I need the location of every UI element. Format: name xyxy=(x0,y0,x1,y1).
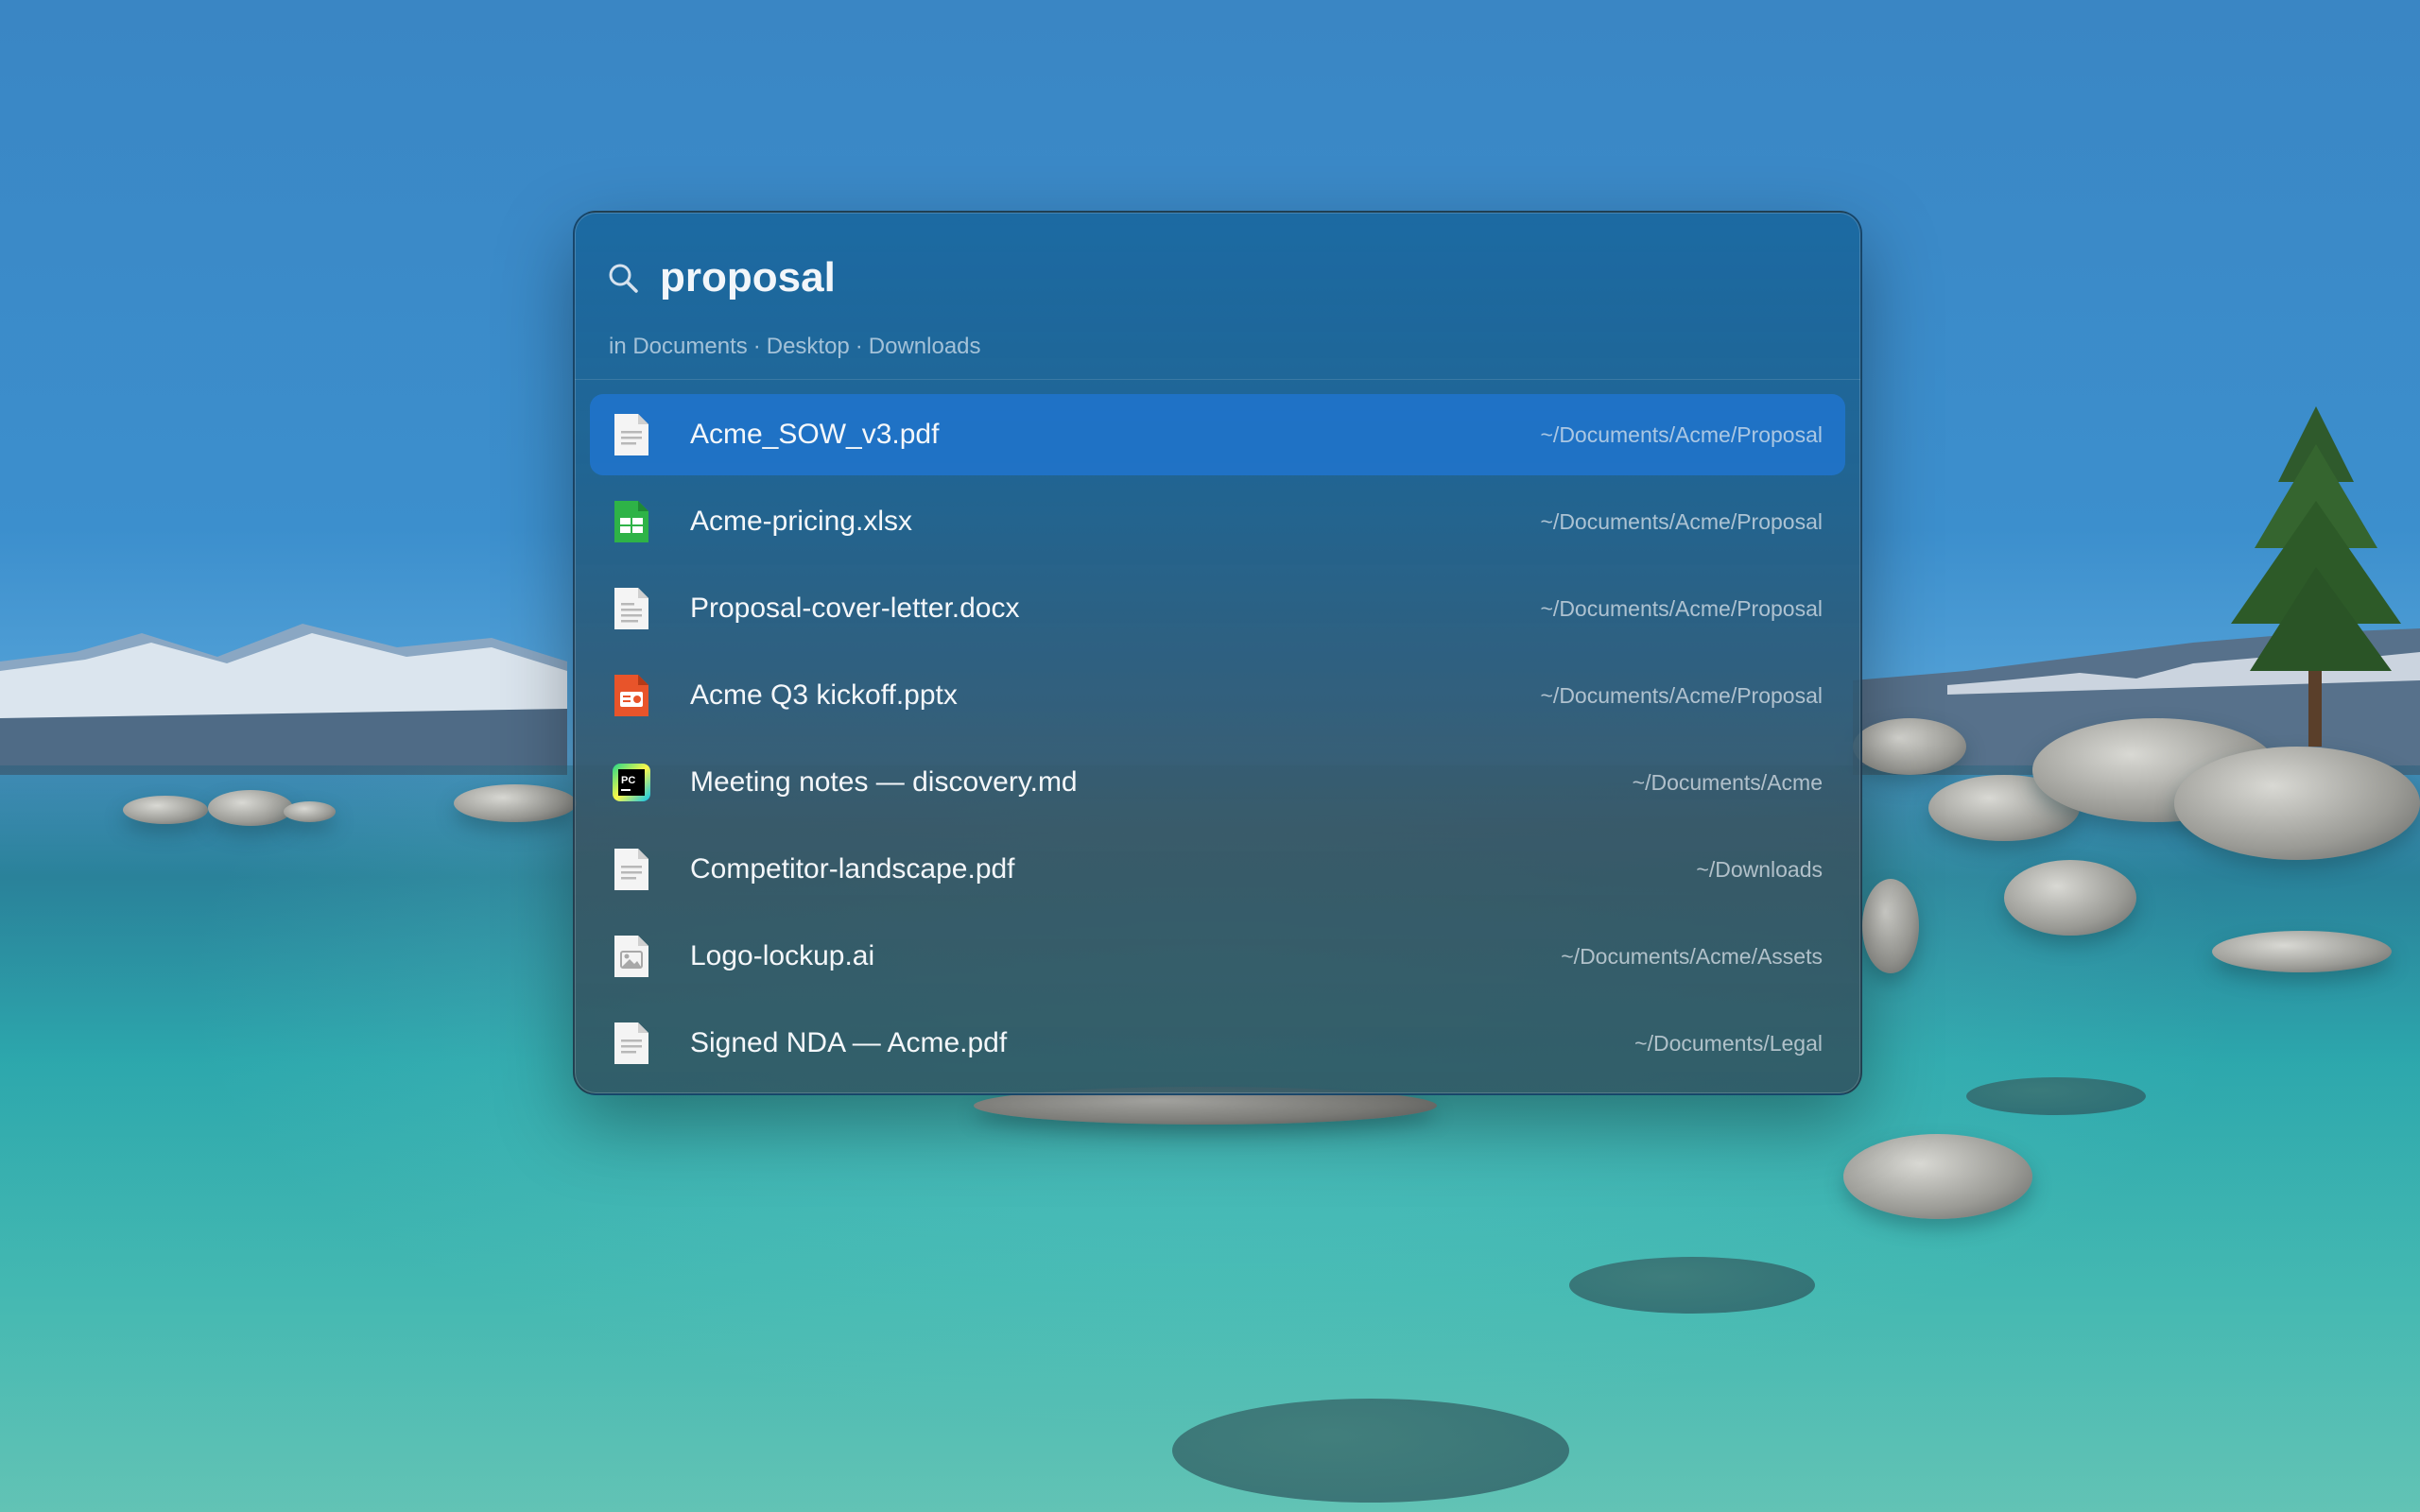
result-name: Acme-pricing.xlsx xyxy=(690,506,913,537)
spotlight-panel: in Documents · Desktop · Downloads Acme_… xyxy=(573,211,1862,1095)
result-name: Meeting notes — discovery.md xyxy=(690,766,1078,798)
result-name: Competitor-landscape.pdf xyxy=(690,853,1015,885)
document-file-icon xyxy=(614,588,648,629)
result-row[interactable]: Logo-lockup.ai ~/Documents/Acme/Assets xyxy=(590,916,1845,997)
pycharm-app-icon: PC xyxy=(613,764,650,801)
result-path: ~/Documents/Acme/Proposal xyxy=(1540,595,1824,621)
wallpaper-rock xyxy=(2004,860,2136,936)
wallpaper-rock xyxy=(1843,1134,2032,1219)
wallpaper-rock xyxy=(208,790,293,826)
result-row[interactable]: Competitor-landscape.pdf ~/Downloads xyxy=(590,829,1845,910)
scope-documents[interactable]: in Documents xyxy=(609,334,748,360)
wallpaper-rock xyxy=(1853,718,1966,775)
pdf-file-icon xyxy=(614,1022,648,1064)
scope-downloads[interactable]: Downloads xyxy=(869,334,981,360)
image-file-icon xyxy=(614,936,648,977)
pdf-file-icon xyxy=(614,849,648,890)
result-row[interactable]: Acme_SOW_v3.pdf ~/Documents/Acme/Proposa… xyxy=(590,394,1845,475)
pdf-file-icon xyxy=(614,414,648,455)
search-icon xyxy=(609,264,638,293)
wallpaper-rock xyxy=(1862,879,1919,973)
wallpaper-rock xyxy=(1966,1077,2146,1115)
spreadsheet-file-icon xyxy=(614,501,648,542)
wallpaper-rock xyxy=(284,801,336,822)
wallpaper-rock xyxy=(123,796,208,824)
result-name: Acme Q3 kickoff.pptx xyxy=(690,679,958,711)
scope-desktop[interactable]: Desktop xyxy=(767,334,850,360)
result-name: Signed NDA — Acme.pdf xyxy=(690,1027,1008,1058)
wallpaper-tree xyxy=(2231,406,2401,747)
scope-separator: · xyxy=(855,334,863,359)
result-row[interactable]: Signed NDA — Acme.pdf ~/Documents/Legal xyxy=(590,1003,1845,1084)
result-path: ~/Documents/Acme/Proposal xyxy=(1540,682,1824,708)
result-name: Logo-lockup.ai xyxy=(690,940,875,971)
search-bar xyxy=(607,245,1828,311)
result-path: ~/Documents/Acme/Proposal xyxy=(1540,508,1824,534)
result-path: ~/Documents/Acme xyxy=(1632,769,1823,795)
search-scope: in Documents · Desktop · Downloads xyxy=(609,328,981,366)
result-row[interactable]: Proposal-cover-letter.docx ~/Documents/A… xyxy=(590,568,1845,649)
result-path: ~/Documents/Legal xyxy=(1634,1030,1823,1056)
scope-separator: · xyxy=(752,334,761,359)
divider xyxy=(575,379,1860,380)
results-list: Acme_SOW_v3.pdf ~/Documents/Acme/Proposa… xyxy=(590,394,1845,1090)
result-row[interactable]: Acme Q3 kickoff.pptx ~/Documents/Acme/Pr… xyxy=(590,655,1845,736)
result-path: ~/Documents/Acme/Proposal xyxy=(1540,421,1824,447)
presentation-file-icon xyxy=(614,675,648,716)
result-path: ~/Documents/Acme/Assets xyxy=(1561,943,1823,969)
search-input[interactable] xyxy=(660,254,1511,301)
pycharm-icon-label: PC xyxy=(621,775,635,786)
result-name: Acme_SOW_v3.pdf xyxy=(690,419,940,450)
result-path: ~/Downloads xyxy=(1696,856,1823,882)
wallpaper-rock xyxy=(454,784,577,822)
result-row[interactable]: Acme-pricing.xlsx ~/Documents/Acme/Propo… xyxy=(590,481,1845,562)
wallpaper-rock xyxy=(1569,1257,1815,1314)
wallpaper-rock xyxy=(2174,747,2420,860)
wallpaper-rock xyxy=(2212,931,2392,972)
result-row[interactable]: PC Meeting notes — discovery.md ~/Docume… xyxy=(590,742,1845,823)
wallpaper-rock xyxy=(1172,1399,1569,1503)
result-name: Proposal-cover-letter.docx xyxy=(690,593,1020,624)
